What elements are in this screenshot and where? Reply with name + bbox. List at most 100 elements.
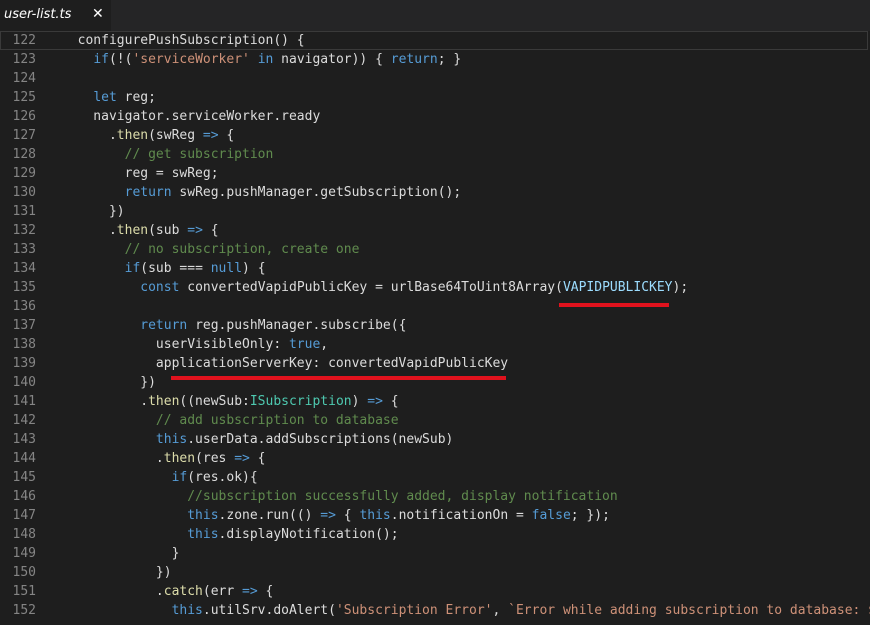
code-token: navigator.serviceWorker.ready xyxy=(62,109,321,124)
code-token: (!( xyxy=(108,52,133,67)
code-line: navigator.serviceWorker.ready xyxy=(62,107,320,126)
line-number: 147 xyxy=(12,508,36,523)
code-token: if xyxy=(93,52,109,67)
line-number: 134 xyxy=(12,261,36,276)
code-token: const xyxy=(140,280,180,295)
code-line: //subscription successfully added, displ… xyxy=(62,487,618,506)
code-token: then xyxy=(163,451,196,466)
code-token: { xyxy=(335,508,360,523)
line-number: 127 xyxy=(12,128,36,143)
code-editor[interactable]: 122 123 124 125 126 127 128 129 130 131 132 133 134 1… xyxy=(0,31,870,625)
code-token: false xyxy=(531,508,571,523)
code-token: .userData.addSubscriptions(newSub) xyxy=(187,432,454,447)
code-token: reg = swReg; xyxy=(62,166,219,181)
code-token: then xyxy=(148,394,180,409)
code-line: // add usbscription to database xyxy=(62,411,399,430)
code-token: this xyxy=(187,508,219,523)
code-token: (sub xyxy=(148,223,188,238)
code-token: then xyxy=(116,223,149,238)
code-token: return xyxy=(140,318,188,333)
close-icon[interactable]: ✕ xyxy=(92,6,104,22)
code-token: .zone.run(() xyxy=(218,508,321,523)
code-token: ) xyxy=(351,394,368,409)
code-token: 'Subscription Error' xyxy=(335,603,493,618)
code-token: in xyxy=(257,52,274,67)
code-token: this xyxy=(187,527,219,542)
code-token: // add usbscription to database xyxy=(62,413,399,428)
line-number: 143 xyxy=(12,432,36,447)
code-line: // get subscription xyxy=(62,145,274,164)
code-line: if(res.ok){ xyxy=(62,468,258,487)
code-token: (res.ok){ xyxy=(187,470,258,485)
code-token: , xyxy=(492,603,509,618)
line-number: 128 xyxy=(12,147,36,162)
tab-user-list[interactable]: user-list.ts ✕ xyxy=(0,0,112,31)
code-line: let reg; xyxy=(62,88,156,107)
code-token: userVisibleOnly: xyxy=(62,337,289,352)
code-token: 'serviceWorker' xyxy=(132,52,250,67)
code-token: //subscription successfully added, displ… xyxy=(62,489,618,504)
code-token: if xyxy=(171,470,188,485)
code-token: then xyxy=(116,128,149,143)
code-token: if xyxy=(124,261,141,276)
code-line: applicationServerKey: convertedVapidPubl… xyxy=(62,354,508,373)
code-token: (res xyxy=(195,451,235,466)
line-number: 145 xyxy=(12,470,36,485)
code-line: }) xyxy=(62,563,172,582)
code-token: . xyxy=(62,394,149,409)
code-line: this.displayNotification(); xyxy=(62,525,398,544)
code-token: }) xyxy=(62,204,125,219)
line-number: 129 xyxy=(12,166,36,181)
code-token: (sub === xyxy=(140,261,211,276)
code-line: .then(sub => { xyxy=(62,221,219,240)
code-token: ) { xyxy=(242,261,266,276)
line-number: 152 xyxy=(12,603,36,618)
code-token: swReg.pushManager.getSubscription(); xyxy=(171,185,462,200)
code-line: } xyxy=(62,544,180,563)
line-number: 148 xyxy=(12,527,36,542)
tab-bar: user-list.ts ✕ xyxy=(0,0,870,31)
line-number: 124 xyxy=(12,71,36,86)
line-number: 133 xyxy=(12,242,36,257)
line-number: 131 xyxy=(12,204,36,219)
code-token: (swReg xyxy=(148,128,203,143)
code-token: } xyxy=(62,546,180,561)
code-line: .then(swReg => { xyxy=(62,126,234,145)
code-token: ); xyxy=(672,280,689,295)
code-line: userVisibleOnly: true, xyxy=(62,335,328,354)
code-line: .then(res => { xyxy=(62,449,266,468)
code-token: . xyxy=(62,223,117,238)
line-number: 123 xyxy=(12,52,36,67)
code-token: .utilSrv.doAlert( xyxy=(202,603,336,618)
code-token: => xyxy=(367,394,383,409)
code-token: true xyxy=(288,337,321,352)
code-token: let xyxy=(93,90,117,105)
code-token: , xyxy=(320,337,329,352)
line-number: 122 xyxy=(12,33,36,48)
line-number: 150 xyxy=(12,565,36,580)
code-line: if(!('serviceWorker' in navigator)) { re… xyxy=(62,50,461,69)
code-token: { xyxy=(249,451,266,466)
code-token: return xyxy=(124,185,172,200)
code-token: reg.pushManager.subscribe({ xyxy=(187,318,407,333)
code-token: this xyxy=(171,603,203,618)
code-token: ; } xyxy=(437,52,462,67)
code-token: { xyxy=(257,584,274,599)
code-token: applicationServerKey: convertedVapidPubl… xyxy=(62,356,509,371)
code-token: => xyxy=(242,584,258,599)
code-token: }) xyxy=(62,565,172,580)
line-number: 151 xyxy=(12,584,36,599)
code-token: convertedVapidPublicKey = urlBase64ToUin… xyxy=(179,280,563,295)
code-token: // no subscription, create one xyxy=(62,242,360,257)
